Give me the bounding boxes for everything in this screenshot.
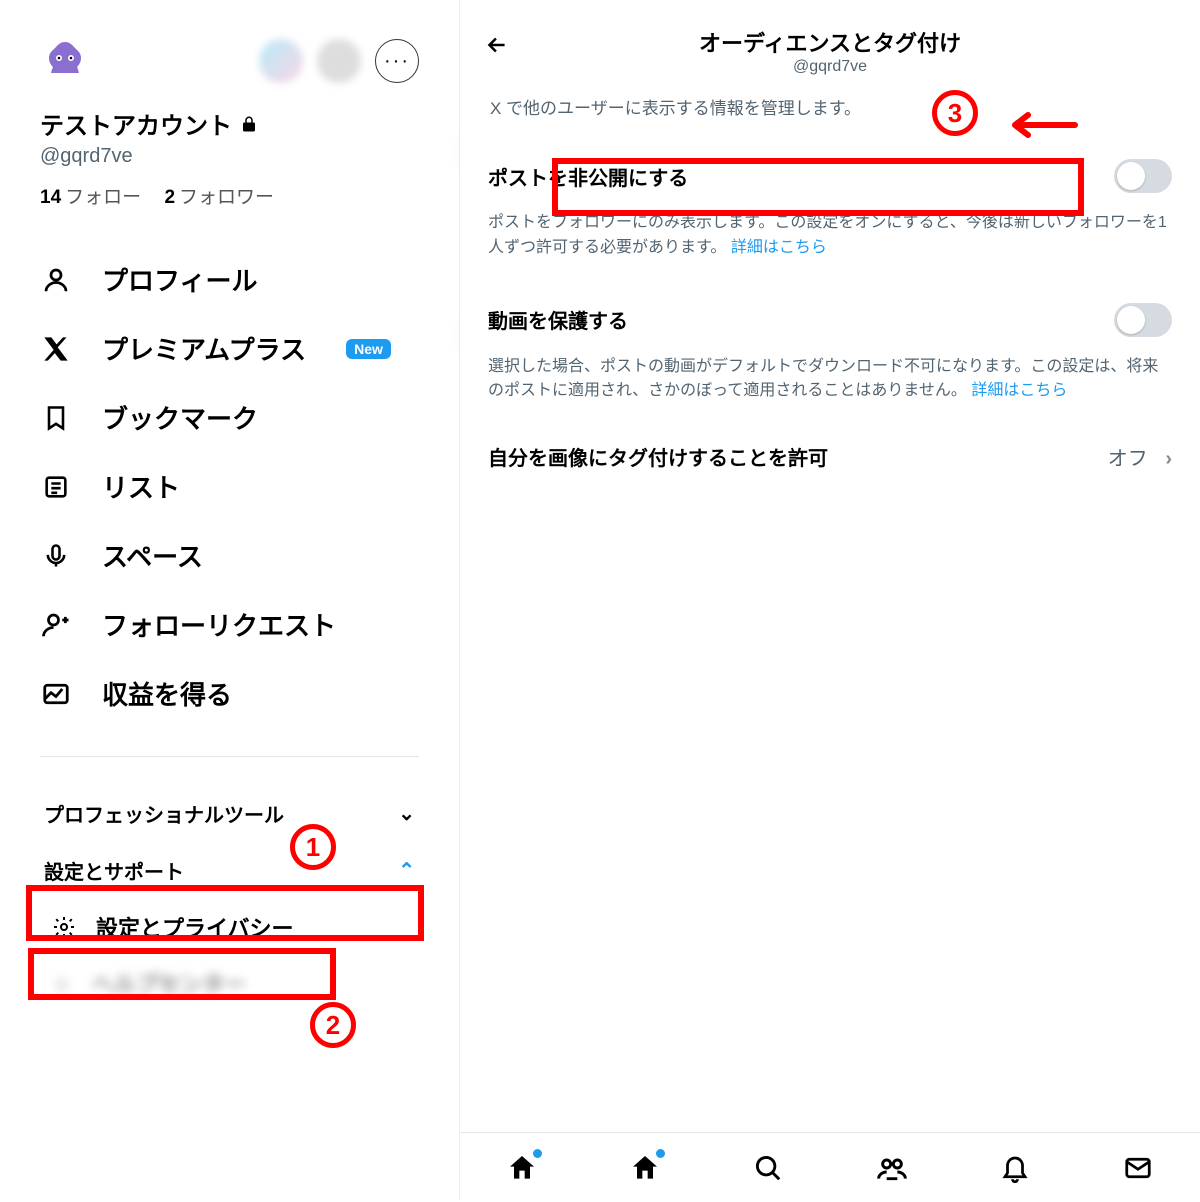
- page-description: X で他のユーザーに表示する情報を管理します。: [460, 86, 1200, 135]
- divider: [40, 756, 419, 757]
- nav-spaces[interactable]: スペース: [40, 521, 419, 590]
- nav-follow-requests[interactable]: フォローリクエスト: [40, 590, 419, 659]
- page-handle: @gqrd7ve: [534, 58, 1126, 76]
- nav-premium[interactable]: プレミアムプラス New: [40, 314, 419, 383]
- nav-lists[interactable]: リスト: [40, 452, 419, 521]
- x-icon: [40, 333, 72, 365]
- chevron-right-icon: ›: [1165, 448, 1172, 470]
- chevron-down-icon: ⌄: [398, 801, 415, 826]
- photo-tagging-value: オフ: [1108, 448, 1148, 470]
- monetize-icon: [40, 678, 72, 710]
- follow-request-icon: [40, 609, 72, 641]
- account-switch-2[interactable]: [317, 39, 361, 83]
- page-title: オーディエンスとタグ付け: [534, 26, 1126, 58]
- bottom-nav-home-1[interactable]: [505, 1151, 539, 1185]
- bookmark-icon: [40, 402, 72, 434]
- annotation-1: 1: [290, 824, 336, 870]
- lock-icon: [240, 115, 258, 133]
- setting-protect-video: 動画を保護する 選択した場合、ポストの動画がデフォルトでダウンロード不可になりま…: [460, 279, 1200, 423]
- person-icon: [40, 264, 72, 296]
- bottom-nav-communities[interactable]: [875, 1151, 909, 1185]
- bottom-nav-search[interactable]: [751, 1151, 785, 1185]
- nav-profile[interactable]: プロフィール: [40, 245, 419, 314]
- learn-more-link-1[interactable]: 詳細はこちら: [731, 239, 827, 256]
- nav-bookmarks[interactable]: ブックマーク: [40, 383, 419, 452]
- annotation-box-protect-posts: [552, 158, 1084, 216]
- list-icon: [40, 471, 72, 503]
- nav-monetize[interactable]: 収益を得る: [40, 659, 419, 728]
- chevron-up-icon: ⌃: [398, 858, 415, 883]
- display-name: テストアカウント: [40, 106, 419, 141]
- back-button[interactable]: [484, 26, 510, 58]
- new-badge: New: [346, 339, 391, 359]
- annotation-2: 2: [310, 1002, 356, 1048]
- learn-more-link-2[interactable]: 詳細はこちら: [971, 382, 1067, 399]
- annotation-box-settings-support: [26, 885, 424, 941]
- bottom-nav-notifications[interactable]: [998, 1151, 1032, 1185]
- protect-video-toggle[interactable]: [1114, 303, 1172, 337]
- pro-tools-row[interactable]: プロフェッショナルツール ⌄: [40, 785, 419, 842]
- bottom-nav-home-2[interactable]: [628, 1151, 662, 1185]
- annotation-box-settings-privacy: [28, 948, 336, 1000]
- user-handle: @gqrd7ve: [40, 145, 419, 168]
- annotation-arrow: [1000, 110, 1080, 140]
- user-avatar[interactable]: [40, 36, 90, 86]
- annotation-3: 3: [932, 90, 978, 136]
- protect-video-desc: 選択した場合、ポストの動画がデフォルトでダウンロード不可になります。この設定は、…: [484, 347, 1176, 409]
- protect-video-title: 動画を保護する: [488, 305, 628, 334]
- follow-stats[interactable]: 14フォロー 2フォロワー: [40, 182, 419, 209]
- photo-tagging-row[interactable]: 自分を画像にタグ付けすることを許可 オフ ›: [460, 422, 1200, 491]
- protect-posts-toggle[interactable]: [1114, 159, 1172, 193]
- more-accounts-button[interactable]: ···: [375, 39, 419, 83]
- account-switch-1[interactable]: [259, 39, 303, 83]
- mic-icon: [40, 540, 72, 572]
- bottom-nav-messages[interactable]: [1121, 1151, 1155, 1185]
- bottom-nav: [460, 1132, 1200, 1202]
